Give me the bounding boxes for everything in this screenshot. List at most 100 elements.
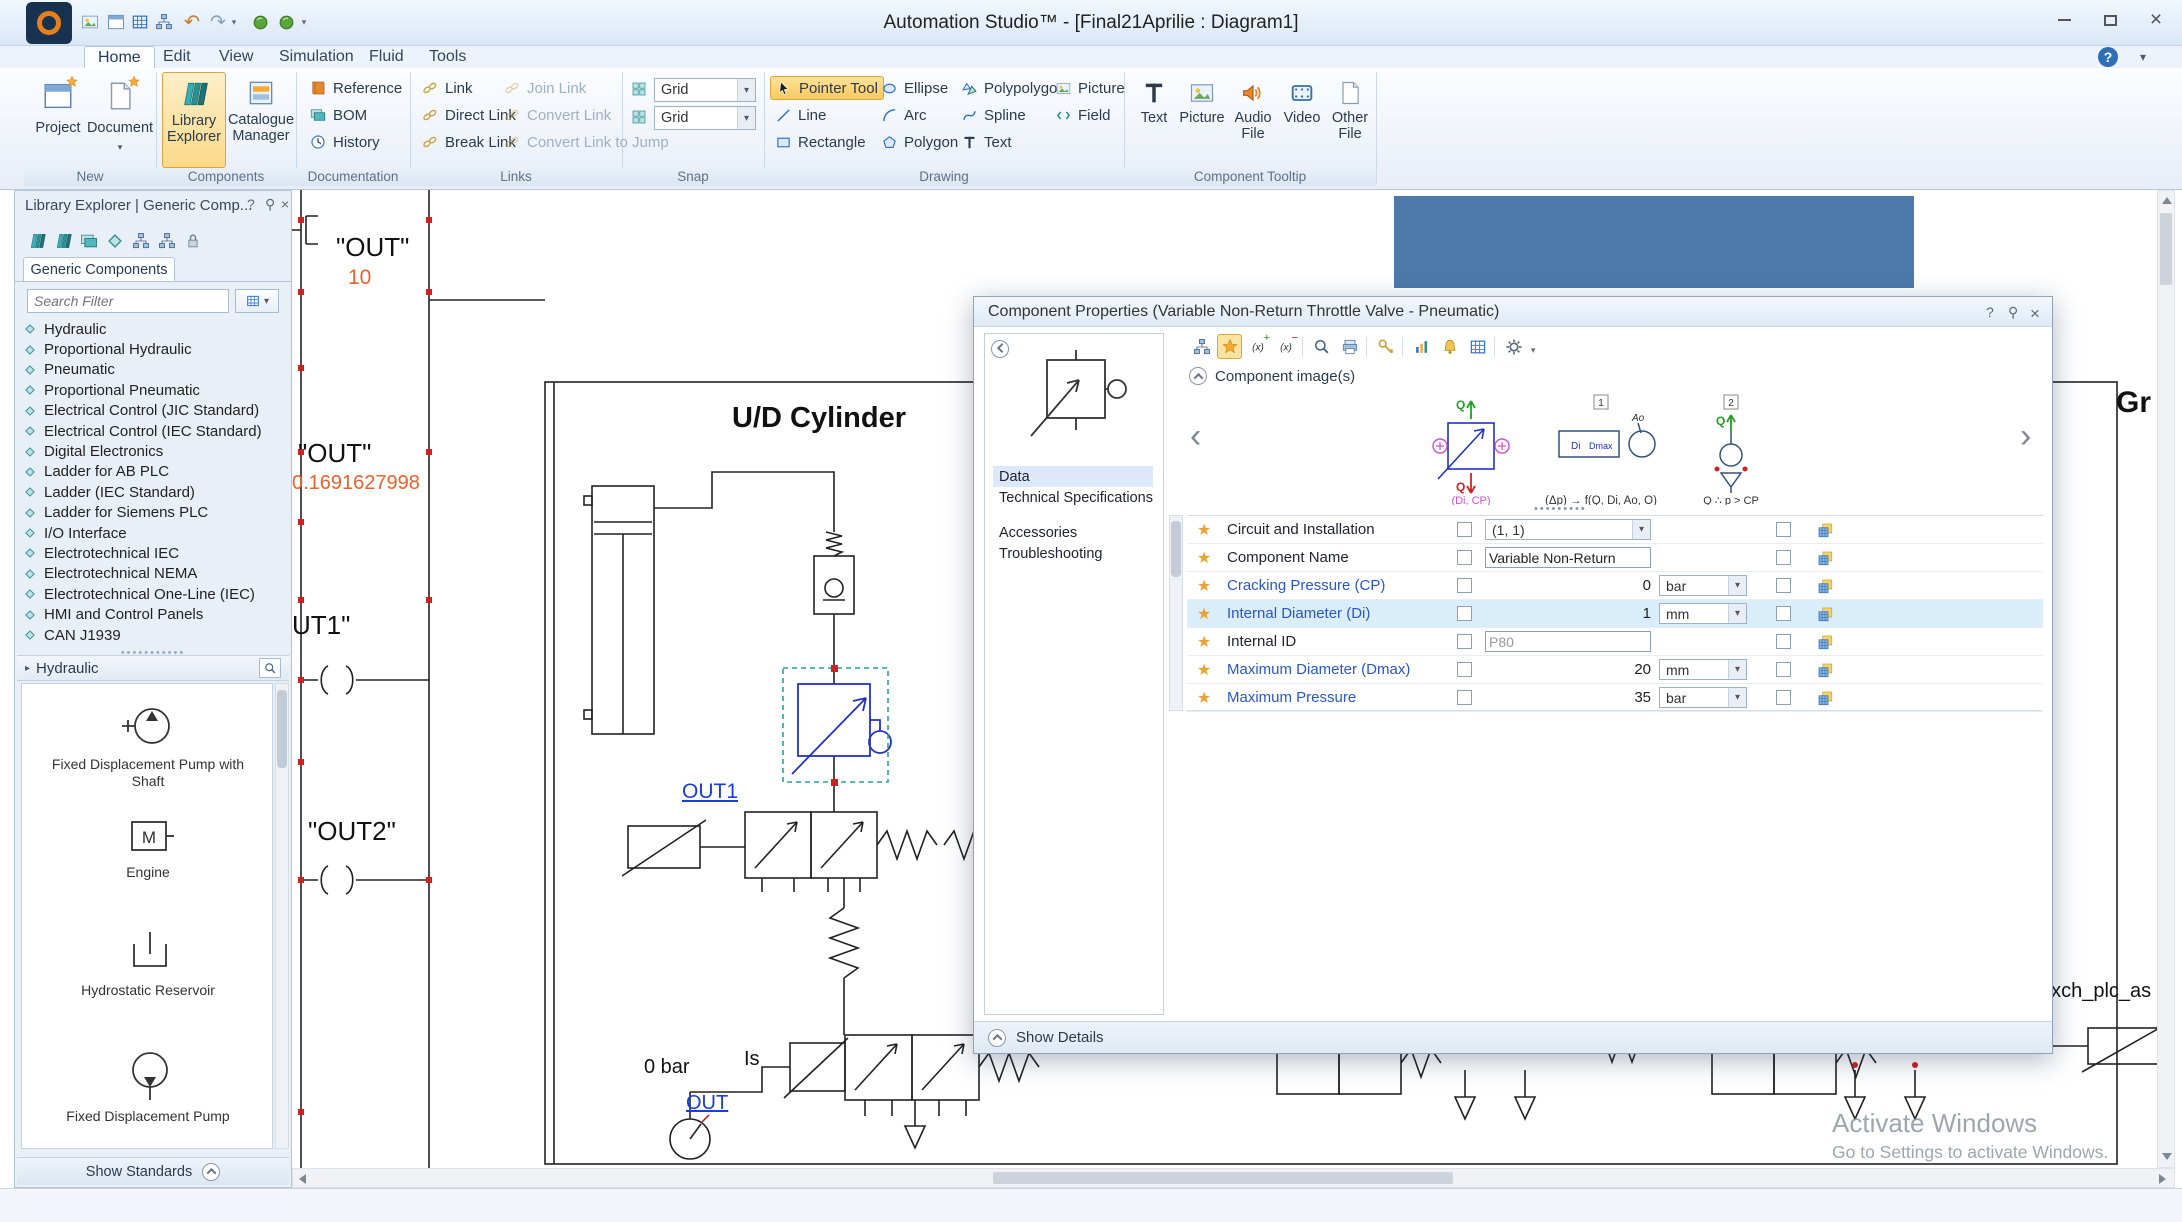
library-structure-button[interactable] [155, 229, 179, 253]
search-input[interactable] [27, 289, 229, 313]
vertical-scroll-thumb[interactable] [2160, 213, 2172, 285]
tab-fluid[interactable]: Fluid [356, 46, 417, 68]
arc-button[interactable]: Arc [876, 103, 932, 127]
link-button[interactable]: Link [416, 76, 478, 100]
property-label[interactable]: Internal Diameter (Di) [1221, 605, 1447, 622]
library-explorer-button[interactable]: Library Explorer [162, 72, 226, 168]
tooltip-audio-button[interactable]: Audio File [1228, 74, 1278, 166]
property-label[interactable]: Maximum Diameter (Dmax) [1221, 661, 1447, 678]
nav-troubleshooting[interactable]: Troubleshooting [993, 543, 1153, 564]
grid-dropdown-icon[interactable]: ▾ [737, 79, 755, 101]
transfer-icon[interactable] [1801, 549, 1849, 567]
tree-item-proportional-hydraulic[interactable]: Proportional Hydraulic [23, 339, 281, 359]
grid-scroll-thumb[interactable] [1171, 521, 1181, 577]
horizontal-scrollbar[interactable] [292, 1168, 2175, 1188]
favorite-star-icon[interactable]: ★ [1187, 548, 1221, 568]
toolbar-overflow-icon[interactable]: ▾ [1531, 345, 1536, 356]
scroll-up-arrow[interactable] [2162, 197, 2172, 204]
redo-dropdown-icon[interactable]: ▾ [228, 10, 240, 34]
nav-accessories[interactable]: Accessories [993, 522, 1153, 543]
transfer-icon[interactable] [1801, 577, 1849, 595]
convert-link-button[interactable]: Convert Link [498, 103, 616, 127]
property-value[interactable]: 1 [1481, 605, 1659, 622]
dropdown-icon[interactable]: ▾ [1728, 604, 1746, 623]
out-link-label[interactable]: OUT [686, 1092, 728, 1115]
tree-item-ladder-ab-plc[interactable]: Ladder for AB PLC [23, 462, 281, 482]
property-label[interactable]: Cracking Pressure (CP) [1221, 577, 1447, 594]
tree-item-electrical-jic[interactable]: Electrical Control (JIC Standard) [23, 401, 281, 421]
plotter-button[interactable] [1409, 334, 1434, 359]
property-checkbox[interactable] [1447, 606, 1481, 621]
transfer-icon[interactable] [1801, 689, 1849, 707]
help-button[interactable]: ? [2098, 47, 2118, 67]
engine-icon[interactable]: M [122, 816, 178, 856]
report-button[interactable] [1465, 334, 1490, 359]
tree-item-hydraulic[interactable]: Hydraulic [23, 319, 281, 339]
transfer-icon[interactable] [1801, 521, 1849, 539]
scrollbar-thumb[interactable] [277, 690, 287, 768]
out1-link-label[interactable]: OUT1 [682, 780, 738, 804]
section-search-button[interactable] [259, 658, 281, 678]
tab-simulation[interactable]: Simulation [266, 46, 367, 68]
field-button[interactable]: Field [1050, 103, 1116, 127]
dropdown-icon[interactable]: ▾ [1632, 520, 1650, 539]
component-label[interactable]: Fixed Displacement Pump with Shaft [42, 756, 254, 790]
dialog-help-icon[interactable]: ? [1986, 304, 1994, 320]
tab-tools[interactable]: Tools [416, 46, 479, 68]
property-label[interactable]: Maximum Pressure [1221, 689, 1447, 706]
dialog-pin-icon[interactable]: ⚲ [2008, 304, 2018, 321]
structure-view-button[interactable] [1189, 334, 1214, 359]
tab-generic-components[interactable]: Generic Components [23, 257, 175, 281]
dropdown-icon[interactable]: ▾ [1728, 576, 1746, 595]
history-button[interactable]: History [304, 130, 385, 154]
zoom-button[interactable] [1309, 334, 1334, 359]
library-tree-button[interactable] [129, 229, 153, 253]
tree-item-hmi-control-panels[interactable]: HMI and Control Panels [23, 604, 281, 624]
internal-id-input[interactable] [1485, 631, 1651, 652]
document-button[interactable]: Document ▾ [90, 74, 150, 166]
cylinder-title[interactable]: U/D Cylinder [732, 402, 906, 435]
property-checkbox[interactable] [1447, 550, 1481, 565]
favorite-star-icon[interactable]: ★ [1187, 632, 1221, 652]
panel-help-icon[interactable]: ? [247, 196, 255, 212]
component-images-carousel[interactable]: Q Q (Di, CP) 1 Di Dmax Ao (Δp) → f(Q, Di… [1426, 393, 1806, 505]
pointer-tool-button[interactable]: Pointer Tool [770, 76, 884, 100]
library-view-2-button[interactable] [51, 229, 75, 253]
carousel-prev-icon[interactable]: ‹ [1190, 417, 1201, 456]
pump-with-shaft-icon[interactable] [118, 698, 182, 750]
tooltip-text-button[interactable]: Text [1132, 74, 1176, 166]
property-checkbox[interactable] [1447, 522, 1481, 537]
grid-style-dropdown-icon[interactable]: ▾ [737, 107, 755, 129]
rung-tag-label[interactable]: "OUT" [298, 438, 371, 469]
tree-item-ladder-siemens[interactable]: Ladder for Siemens PLC [23, 503, 281, 523]
tree-item-io-interface[interactable]: I/O Interface [23, 523, 281, 543]
favorites-filter-button[interactable] [1217, 334, 1242, 359]
library-diamond-button[interactable] [103, 229, 127, 253]
ellipse-button[interactable]: Ellipse [876, 76, 953, 100]
component-label[interactable]: Fixed Displacement Pump [42, 1108, 254, 1125]
property-checkbox-2[interactable] [1765, 662, 1801, 677]
component-label[interactable]: Hydrostatic Reservoir [42, 982, 254, 999]
component-label[interactable]: Engine [42, 864, 254, 881]
property-value[interactable]: 20 [1481, 661, 1659, 678]
settings-button[interactable] [1501, 334, 1526, 359]
property-checkbox[interactable] [1447, 690, 1481, 705]
property-checkbox-2[interactable] [1765, 634, 1801, 649]
simulation-pause-icon[interactable] [274, 10, 298, 34]
dropdown-icon[interactable]: ▾ [1728, 688, 1746, 707]
property-checkbox[interactable] [1447, 634, 1481, 649]
rung-value-label[interactable]: 10 [348, 266, 371, 290]
remove-variable-button[interactable]: − [1273, 334, 1298, 359]
join-link-button[interactable]: Join Link [498, 76, 591, 100]
grid-scrollbar[interactable] [1169, 515, 1183, 711]
favorite-star-icon[interactable]: ★ [1187, 520, 1221, 540]
catalogue-manager-button[interactable]: Catalogue Manager [230, 72, 292, 168]
property-checkbox-2[interactable] [1765, 550, 1801, 565]
carousel-next-icon[interactable]: › [2020, 417, 2031, 456]
scroll-down-arrow[interactable] [2162, 1153, 2172, 1160]
minimize-button[interactable] [2042, 4, 2086, 36]
search-options-button[interactable]: ▾ [235, 289, 279, 313]
component-name-input[interactable] [1485, 547, 1651, 568]
circuit-dropdown[interactable]: (1, 1)▾ [1485, 519, 1651, 540]
transfer-icon[interactable] [1801, 661, 1849, 679]
